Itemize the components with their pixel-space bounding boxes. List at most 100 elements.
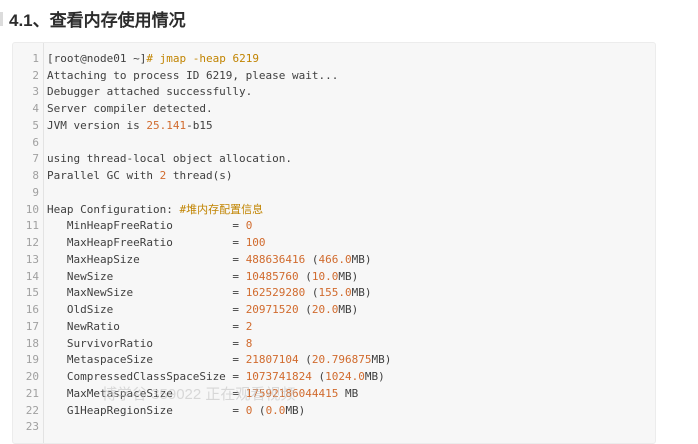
code-token: ( [298, 303, 312, 317]
code-line: 3 Debugger attached successfully. [13, 84, 655, 101]
code-line: 21 MaxMetaspaceSize = 17592186044415 MB [13, 385, 655, 402]
code-token: 0.0 [265, 403, 286, 417]
code-line: 12 MaxHeapFreeRatio = 100 [13, 234, 655, 251]
line-text: MaxMetaspaceSize = 17592186044415 MB [47, 387, 358, 400]
line-number: 20 [25, 370, 39, 384]
line-number: 11 [25, 219, 39, 233]
line-number: 5 [32, 118, 39, 132]
code-token: MaxMetaspaceSize = [47, 386, 246, 400]
code-token: MaxNewSize = [47, 286, 246, 300]
code-token: 100 [245, 236, 266, 250]
line-number: 15 [25, 286, 39, 300]
line-text: Server compiler detected. [47, 102, 213, 115]
code-lines: 1 [root@node01 ~]# jmap -heap 6219 2 Attach… [13, 50, 655, 435]
line-number: 21 [25, 386, 39, 400]
code-line: 18 SurvivorRatio = 8 [13, 335, 655, 352]
code-token: #堆内存配置信息 [179, 203, 264, 217]
code-line: 7 using thread-local object allocation. [13, 151, 655, 168]
line-text: NewRatio = 2 [47, 320, 252, 333]
code-token: MB) [351, 252, 372, 266]
code-token: JVM version is [47, 118, 147, 132]
code-token: SurvivorRatio = [47, 336, 246, 350]
line-text: CompressedClassSpaceSize = 1073741824 (1… [47, 370, 385, 383]
line-text: Heap Configuration: #堆内存配置信息 [47, 201, 263, 217]
code-token: Server compiler detected. [47, 102, 213, 116]
line-number: 22 [25, 403, 39, 417]
code-token: NewSize = [47, 269, 246, 283]
line-number: 17 [25, 319, 39, 333]
code-line: 16 OldSize = 20971520 (20.0MB) [13, 301, 655, 318]
code-token: 17592186044415 [245, 386, 339, 400]
line-text: MaxHeapSize = 488636416 (466.0MB) [47, 253, 372, 266]
code-line: 10 Heap Configuration: #堆内存配置信息 [13, 201, 655, 218]
line-text: Attaching to process ID 6219, please wai… [47, 69, 338, 82]
code-token: 0 [245, 219, 253, 233]
code-line: 2 Attaching to process ID 6219, please wa… [13, 67, 655, 84]
code-token: 25.141 [146, 118, 187, 132]
line-number: 7 [32, 152, 39, 166]
line-number: 10 [25, 202, 39, 216]
line-number: 19 [25, 353, 39, 367]
code-token: ( [298, 269, 312, 283]
code-line: 22 G1HeapRegionSize = 0 (0.0MB) [13, 402, 655, 419]
code-token: 21807104 [245, 353, 299, 367]
code-token: 10.0 [311, 269, 339, 283]
code-token: ( [311, 370, 326, 384]
code-token: ( [298, 353, 312, 367]
line-number: 16 [25, 303, 39, 317]
code-token: 1073741824 [245, 370, 312, 384]
code-token: MetaspaceSize = [47, 353, 246, 367]
code-token: 10485760 [245, 269, 299, 283]
code-token: NewRatio = [47, 319, 246, 333]
line-text: Parallel GC with 2 thread(s) [47, 169, 232, 182]
code-token: MinHeapFreeRatio = [47, 219, 246, 233]
line-number: 2 [32, 68, 39, 82]
line-text: MetaspaceSize = 21807104 (20.796875MB) [47, 353, 392, 367]
code-token: 2 [245, 319, 253, 333]
code-line: 17 NewRatio = 2 [13, 318, 655, 335]
code-block[interactable]: 1 [root@node01 ~]# jmap -heap 6219 2 Attach… [12, 42, 656, 444]
heading-marker [0, 12, 3, 26]
line-text: OldSize = 20971520 (20.0MB) [47, 303, 358, 316]
code-line: 5 JVM version is 25.141-b15 [13, 117, 655, 134]
code-token: MB) [338, 303, 359, 317]
line-text: G1HeapRegionSize = 0 (0.0MB) [47, 404, 305, 417]
code-token: 155.0 [318, 286, 352, 300]
line-text: MinHeapFreeRatio = 0 [47, 219, 252, 232]
line-number: 13 [25, 252, 39, 266]
code-token: using thread-local object allocation. [47, 152, 293, 166]
line-number: 6 [32, 135, 39, 149]
code-token: MB) [351, 286, 372, 300]
code-token: # jmap [146, 51, 187, 65]
code-line: 19 MetaspaceSize = 21807104 (20.796875MB… [13, 352, 655, 369]
line-number: 1 [32, 51, 39, 65]
code-line: 14 NewSize = 10485760 (10.0MB) [13, 268, 655, 285]
code-line: 13 MaxHeapSize = 488636416 (466.0MB) [13, 251, 655, 268]
section-heading: 4.1、查看内存使用情况 [9, 11, 186, 30]
line-text: JVM version is 25.141-b15 [47, 119, 213, 132]
code-token: G1HeapRegionSize = [47, 403, 246, 417]
code-token: 20.0 [311, 303, 339, 317]
code-token: MB) [285, 403, 306, 417]
line-number: 3 [32, 85, 39, 99]
line-number: 4 [32, 102, 39, 116]
line-number: 14 [25, 269, 39, 283]
line-text: MaxHeapFreeRatio = 100 [47, 236, 266, 249]
code-token: -heap 6219 [186, 51, 259, 65]
code-line: 1 [root@node01 ~]# jmap -heap 6219 [13, 50, 655, 67]
line-number: 12 [25, 236, 39, 250]
code-token: MB) [364, 370, 385, 384]
code-token: 1024.0 [325, 370, 365, 384]
line-number: 8 [32, 169, 39, 183]
line-text: MaxNewSize = 162529280 (155.0MB) [47, 286, 372, 299]
code-token: 20971520 [245, 303, 299, 317]
code-token: 466.0 [318, 252, 352, 266]
line-text: NewSize = 10485760 (10.0MB) [47, 270, 358, 283]
line-text: [root@node01 ~]# jmap -heap 6219 [47, 52, 259, 65]
code-token: 8 [245, 336, 253, 350]
code-token: MaxHeapFreeRatio = [47, 236, 246, 250]
code-token: thread(s) [166, 169, 233, 183]
code-token: 488636416 [245, 252, 306, 266]
code-token: MB) [371, 353, 392, 367]
code-token: ( [252, 403, 266, 417]
